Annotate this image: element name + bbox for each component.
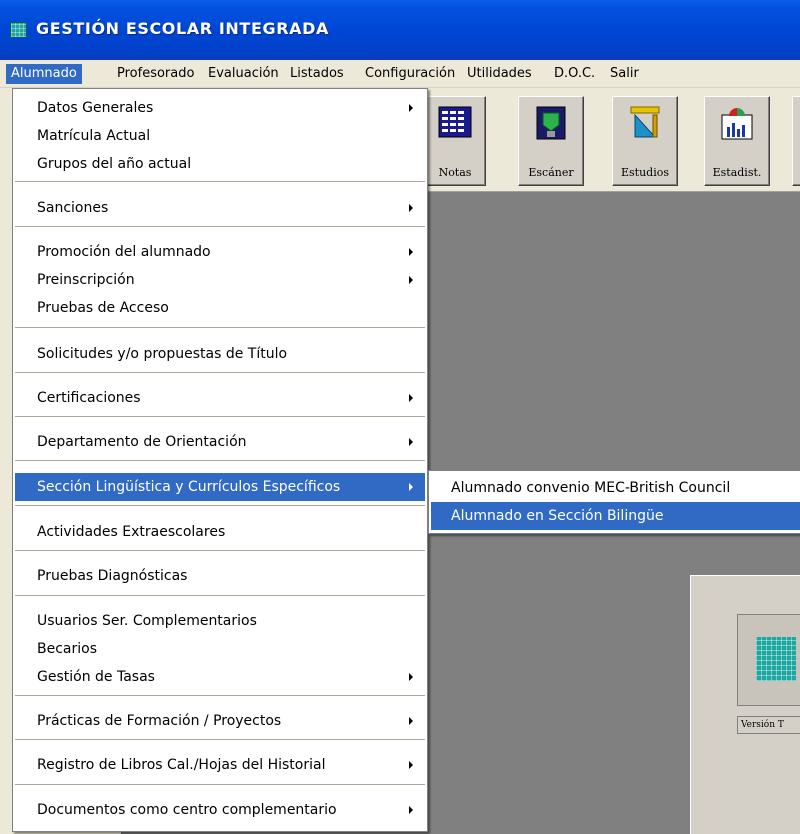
submenu-arrow-icon xyxy=(409,483,413,491)
estudios-label: Estudios xyxy=(620,166,669,179)
menu-configuracion[interactable]: Configuración xyxy=(360,64,460,84)
escaner-label: Escáner xyxy=(528,166,574,179)
menu-item-departamento-orientacion[interactable]: Departamento de Orientación xyxy=(15,428,425,456)
notas-button[interactable]: Notas xyxy=(424,96,486,186)
menu-item-registro-libros[interactable]: Registro de Libros Cal./Hojas del Histor… xyxy=(15,751,425,779)
menu-item-certificaciones[interactable]: Certificaciones xyxy=(15,384,425,412)
menu-separator xyxy=(15,416,425,418)
school-logo-icon xyxy=(756,637,796,681)
about-panel: Versión T xyxy=(690,575,800,834)
menu-utilidades[interactable]: Utilidades xyxy=(462,64,537,84)
submenu-arrow-icon xyxy=(409,673,413,681)
estadisticas-button[interactable]: Estadist. xyxy=(704,96,770,186)
submenu-arrow-icon xyxy=(409,438,413,446)
title-bar: GESTIÓN ESCOLAR INTEGRADA xyxy=(0,0,800,60)
menu-profesorado[interactable]: Profesorado xyxy=(112,64,199,84)
estudios-button[interactable]: Estudios xyxy=(612,96,678,186)
menu-item-gestion-tasas[interactable]: Gestión de Tasas xyxy=(15,663,425,691)
menu-item-pruebas-acceso[interactable]: Pruebas de Acceso xyxy=(15,294,425,322)
menu-item-solicitudes-titulo[interactable]: Solicitudes y/o propuestas de Título xyxy=(15,340,425,368)
statistics-chart-icon xyxy=(719,105,755,145)
ruler-pencil-icon xyxy=(627,105,663,145)
menu-separator xyxy=(15,460,425,462)
menu-evaluacion[interactable]: Evaluación xyxy=(203,64,284,84)
escaner-button[interactable]: Escáner xyxy=(518,96,584,186)
menu-separator xyxy=(15,550,425,552)
submenu-arrow-icon xyxy=(409,394,413,402)
submenu-arrow-icon xyxy=(409,104,413,112)
window-title: GESTIÓN ESCOLAR INTEGRADA xyxy=(36,19,329,38)
menu-item-sanciones[interactable]: Sanciones xyxy=(15,194,425,222)
menu-bar: Alumnado Profesorado Evaluación Listados… xyxy=(0,60,800,88)
submenu-arrow-icon xyxy=(409,276,413,284)
menu-item-grupos-ano-actual[interactable]: Grupos del año actual xyxy=(15,150,425,178)
version-label: Versión T xyxy=(737,716,800,734)
menu-alumnado[interactable]: Alumnado xyxy=(6,64,82,84)
submenu-arrow-icon xyxy=(409,717,413,725)
logo-frame xyxy=(737,614,800,706)
menu-separator xyxy=(15,695,425,697)
menu-doc[interactable]: D.O.C. xyxy=(549,64,600,84)
app-icon xyxy=(10,22,27,38)
menu-item-usuarios-complementarios[interactable]: Usuarios Ser. Complementarios xyxy=(15,607,425,635)
menu-listados[interactable]: Listados xyxy=(285,64,349,84)
menu-separator xyxy=(15,181,425,183)
menu-separator xyxy=(15,327,425,329)
submenu-arrow-icon xyxy=(409,806,413,814)
partial-toolbar-button[interactable] xyxy=(792,96,800,186)
menu-item-promocion[interactable]: Promoción del alumnado xyxy=(15,238,425,266)
menu-item-pruebas-diagnosticas[interactable]: Pruebas Diagnósticas xyxy=(15,562,425,590)
menu-item-seccion-bilingue[interactable]: Alumnado en Sección Bilingüe xyxy=(431,502,800,530)
menu-item-datos-generales[interactable]: Datos Generales xyxy=(15,94,425,122)
menu-item-becarios[interactable]: Becarios xyxy=(15,635,425,663)
scanner-icon xyxy=(533,105,569,145)
alumnado-dropdown: Datos Generales Matrícula Actual Grupos … xyxy=(12,88,428,832)
menu-separator xyxy=(15,739,425,741)
menu-item-actividades-extraescolares[interactable]: Actividades Extraescolares xyxy=(15,518,425,546)
menu-salir[interactable]: Salir xyxy=(605,64,644,84)
menu-separator xyxy=(15,372,425,374)
menu-separator xyxy=(15,505,425,507)
submenu-arrow-icon xyxy=(409,248,413,256)
submenu-arrow-icon xyxy=(409,204,413,212)
menu-separator xyxy=(15,226,425,228)
menu-item-documentos-centro[interactable]: Documentos como centro complementario xyxy=(15,796,425,824)
menu-item-british-council[interactable]: Alumnado convenio MEC-British Council xyxy=(431,474,798,502)
menu-item-seccion-linguistica[interactable]: Sección Lingüística y Currículos Específ… xyxy=(15,473,425,501)
estadisticas-label: Estadist. xyxy=(712,166,762,179)
menu-separator xyxy=(15,595,425,597)
notas-label: Notas xyxy=(438,166,472,179)
submenu-arrow-icon xyxy=(409,761,413,769)
menu-item-practicas-formacion[interactable]: Prácticas de Formación / Proyectos xyxy=(15,707,425,735)
menu-item-matricula-actual[interactable]: Matrícula Actual xyxy=(15,122,425,150)
menu-separator xyxy=(15,784,425,786)
menu-item-preinscripcion[interactable]: Preinscripción xyxy=(15,266,425,294)
grades-grid-icon xyxy=(437,105,473,145)
seccion-linguistica-submenu: Alumnado convenio MEC-British Council Al… xyxy=(428,470,800,534)
